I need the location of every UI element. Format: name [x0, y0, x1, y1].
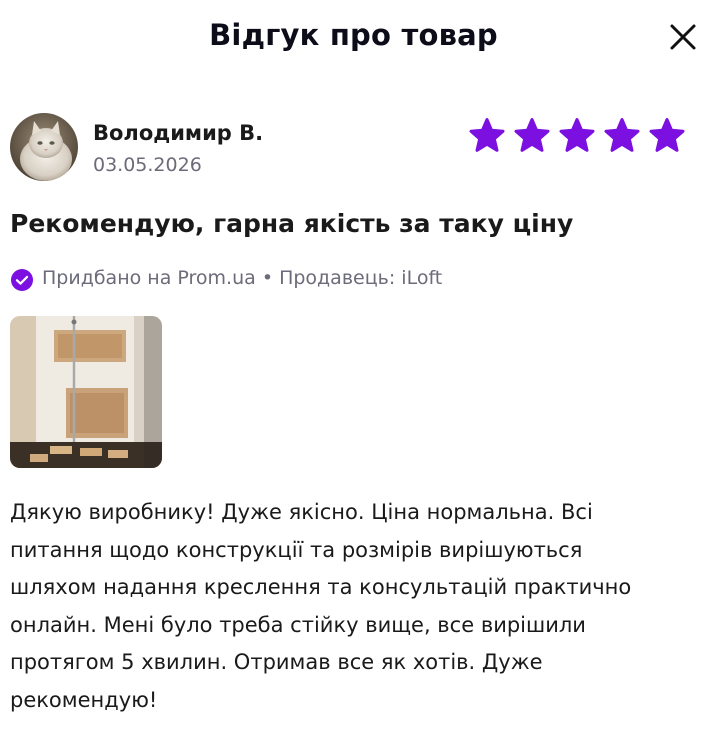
review-body-line: онлайн. Мені було треба стійку вище, все… — [10, 612, 586, 637]
seller-label: Продавець: iLoft — [279, 267, 443, 289]
star-icon — [604, 118, 640, 152]
review-body-line: Дякую виробнику! Дуже якісно. Ціна норма… — [10, 500, 593, 524]
star-icon — [649, 118, 685, 152]
close-button[interactable] — [664, 18, 702, 56]
star-icon — [469, 118, 505, 152]
purchase-text: Придбано на Prom.ua • Продавець: iLoft — [42, 267, 442, 289]
review-author: Володимир В. 03.05.2026 — [10, 113, 697, 181]
review-body-line: шляхом надання креслення та консультацій… — [10, 575, 632, 599]
avatar — [10, 113, 78, 181]
review-date: 03.05.2026 — [93, 154, 202, 176]
modal-header: Відгук про товар — [0, 0, 707, 78]
verified-check-icon — [11, 269, 33, 291]
review-photo[interactable] — [10, 316, 162, 468]
review-title: Рекомендую, гарна якість за таку ціну — [10, 209, 574, 238]
review-body-line: питання щодо конструкції та розмірів вир… — [10, 537, 583, 562]
review-body: Дякую виробнику! Дуже якісно. Ціна норма… — [10, 494, 690, 719]
star-icon — [559, 118, 595, 152]
star-icon — [514, 118, 550, 152]
star-rating — [467, 116, 691, 156]
modal-title: Відгук про товар — [209, 18, 498, 52]
review-body-line: протягом 5 хвилин. Отримав все як хотів.… — [10, 650, 543, 674]
cat-avatar-icon — [10, 113, 78, 181]
purchased-on-label: Придбано на Prom.ua — [42, 267, 256, 289]
separator-dot: • — [261, 267, 274, 289]
photo-thumbnail — [10, 316, 162, 468]
review-body-line: рекомендую! — [10, 687, 158, 712]
close-icon — [670, 24, 696, 50]
author-name: Володимир В. — [93, 121, 264, 145]
purchase-info: Придбано на Prom.ua • Продавець: iLoft — [10, 265, 697, 293]
